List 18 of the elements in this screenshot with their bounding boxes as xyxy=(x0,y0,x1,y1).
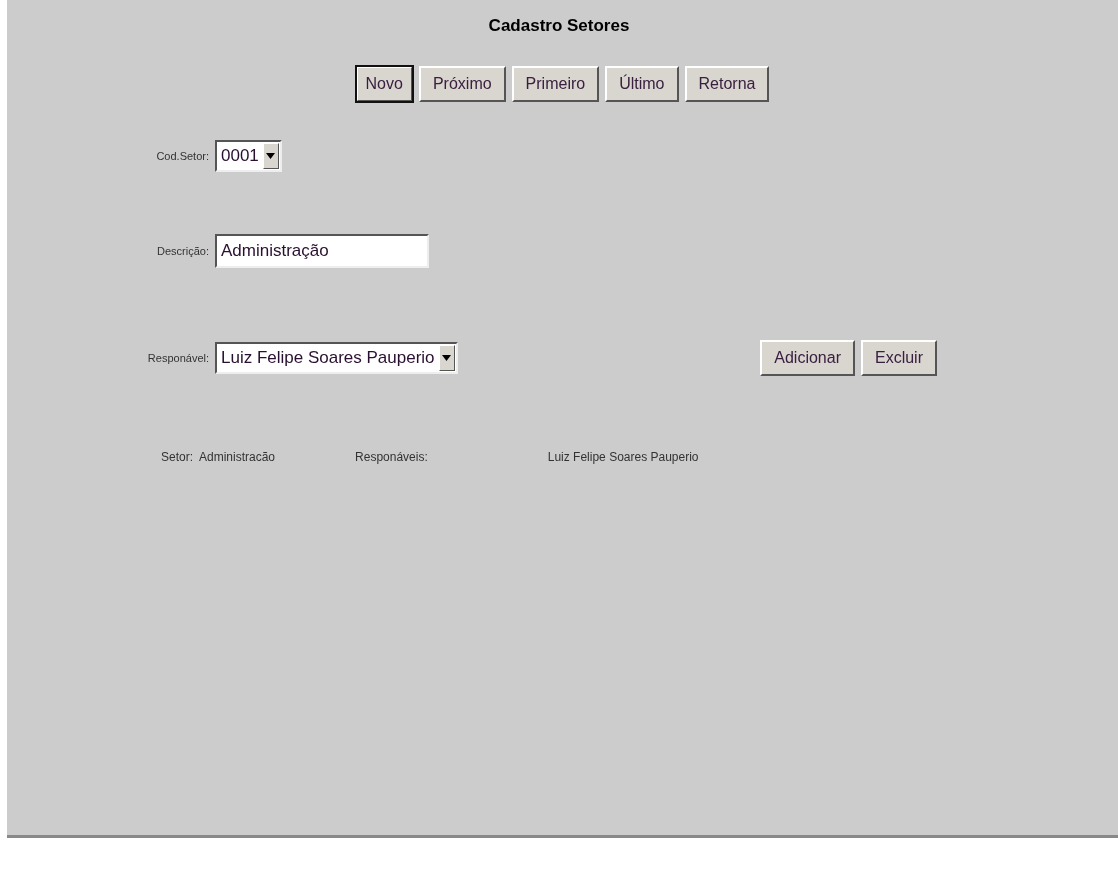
page-title: Cadastro Setores xyxy=(487,16,631,36)
nav-button[interactable]: Próximo xyxy=(418,66,506,102)
summary-value: Administracão xyxy=(199,450,276,464)
summary-value: Luiz Felipe Soares Pauperio xyxy=(547,450,699,464)
action-button[interactable]: Excluir xyxy=(861,340,937,376)
nav-button[interactable]: Primeiro xyxy=(511,66,600,102)
field-label: Descrição: xyxy=(156,245,209,257)
field-label: Responável: xyxy=(146,352,209,364)
summary-label: Setor: xyxy=(161,450,193,464)
code-dropdown[interactable]: 0001 xyxy=(215,140,282,172)
responsible-dropdown[interactable]: Luiz Felipe Soares Pauperio xyxy=(215,342,458,374)
summary-label: Responáveis: xyxy=(355,450,428,464)
action-button[interactable]: Adicionar xyxy=(760,340,855,376)
nav-button[interactable]: Novo xyxy=(355,66,413,102)
description-input[interactable]: Administração xyxy=(215,234,429,268)
nav-button[interactable]: Retorna xyxy=(684,66,770,102)
nav-button[interactable]: Último xyxy=(605,66,679,102)
field-label: Cod.Setor: xyxy=(155,150,209,162)
